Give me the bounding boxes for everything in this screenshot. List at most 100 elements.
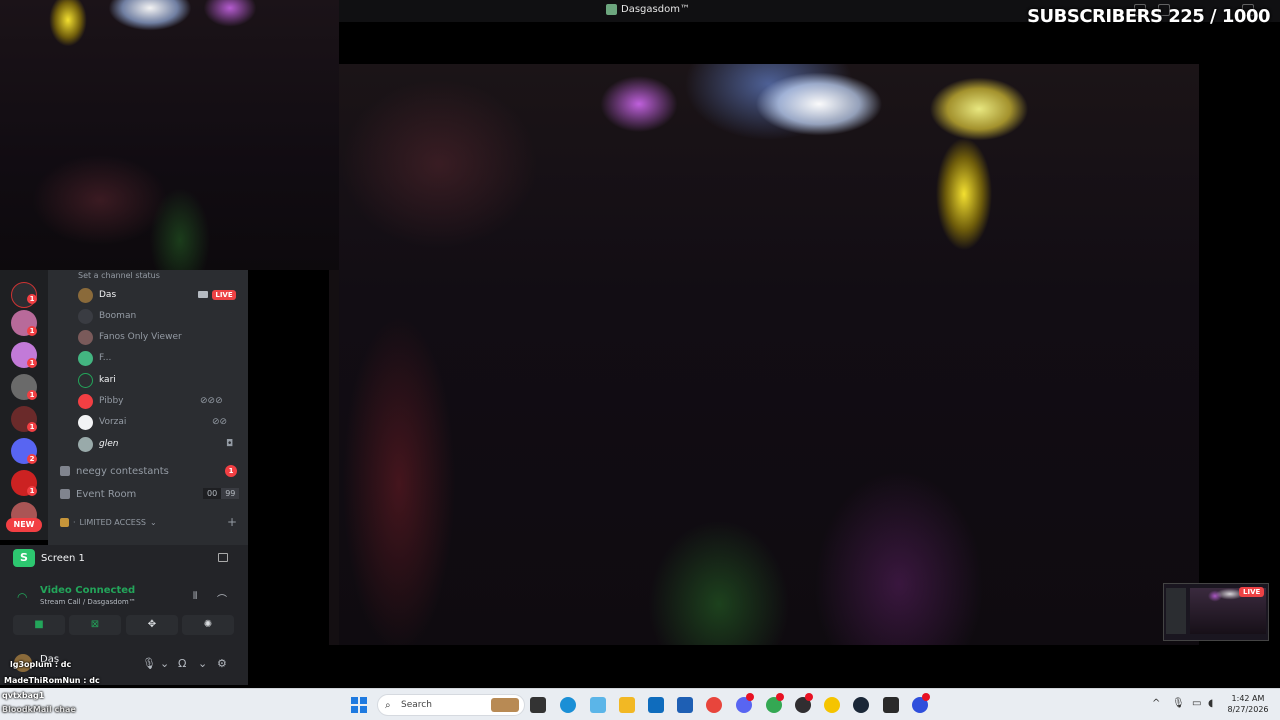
chat-message: MadeThiRomNun : dc [4,676,100,685]
voice-member[interactable]: Fanos Only Viewer [78,328,182,346]
stop-share-icon[interactable] [218,553,228,562]
deafened-icon: ⊘⊘ [212,417,228,427]
taskbar-search[interactable]: ⌕ Search [377,694,525,716]
channel-name: neegy contestants [76,465,169,477]
voice-member[interactable]: glen [78,435,118,453]
avatar [78,393,93,409]
clock-date: 8/27/2026 [1227,705,1269,714]
voice-member[interactable]: Pibby [78,392,123,410]
new-badge[interactable]: NEW [6,518,42,532]
avatar [78,372,93,388]
voice-member[interactable]: F... [78,349,111,367]
member-name: Booman [99,311,137,321]
taskbar [0,688,1280,720]
stream-border [329,270,339,645]
volume-icon[interactable]: ◖ [1208,698,1213,709]
soundboard-button[interactable]: ✺ [182,615,234,635]
outlook-icon[interactable] [648,697,664,713]
speaker-icon [60,466,70,476]
chat-message: BloodkMail chae [2,705,76,714]
voice-member[interactable]: Das [78,286,116,304]
member-name: Fanos Only Viewer [99,332,182,342]
voice-status-title[interactable]: Video Connected [40,585,135,596]
voice-member[interactable]: kari [78,371,116,389]
app-icon [606,4,617,15]
member-name: kari [99,375,116,385]
subscriber-counter: SUBSCRIBERS 225 / 1000 [1027,6,1270,27]
game-icon: ◘ [226,439,234,449]
channel-status[interactable]: Set a channel status [78,271,160,280]
edge-icon[interactable] [560,697,576,713]
voice-member[interactable]: Vorzai [78,413,126,431]
speaker-icon [60,489,70,499]
member-name: Vorzai [99,417,127,427]
category-name: LIMITED ACCESS [79,518,146,527]
limit-current: 00 [203,488,222,499]
voice-member[interactable]: Booman [78,307,136,325]
avatar [78,287,93,303]
screen-share-icon: S [13,549,35,567]
chevron-down-icon[interactable]: ⌄ [198,657,207,670]
chevron-up-icon[interactable]: ^ [1152,698,1160,709]
member-name: glen [99,439,119,449]
add-channel-icon[interactable]: + [227,515,237,529]
window-title-text: Dasgasdom™ [621,4,690,15]
noise-suppression-icon[interactable]: ⫴ [193,591,197,602]
network-icon[interactable]: ▭ [1192,698,1201,709]
live-badge: LIVE [1239,587,1265,597]
microphone-icon[interactable]: 🎙 [1172,698,1185,709]
epic-games-icon[interactable] [883,697,899,713]
chat-message: qvtxbag1 [2,691,45,700]
microphone-icon[interactable]: 🎙 [142,657,156,670]
search-icon: ⌕ [385,700,391,711]
webcam-overlay [0,0,339,270]
file-explorer-icon[interactable] [619,697,635,713]
lock-icon [60,518,69,527]
limit-max: 99 [221,488,240,499]
copilot-icon[interactable] [590,697,606,713]
window-title: Dasgasdom™ [606,4,690,15]
screen-share-label: Screen 1 [41,552,85,564]
screen-share-button[interactable]: ⊠ [69,615,121,635]
camera-button[interactable]: ■ [13,615,65,635]
disconnect-icon[interactable]: ⌒ [217,591,227,606]
clock-time: 1:42 AM [1231,694,1265,703]
steam-icon[interactable] [853,697,869,713]
file-app-icon[interactable] [530,697,546,713]
notification-badge: 1 [27,422,37,432]
norton-icon[interactable] [824,697,840,713]
preview-sidebar [1166,588,1186,634]
category-header[interactable]: · LIMITED ACCESS ⌄ [60,518,157,527]
search-highlight-art [491,698,519,712]
screen-share-row[interactable]: S Screen 1 [13,549,85,567]
notification-badge [922,693,930,701]
voice-channel[interactable]: neegy contestants [60,463,169,479]
chrome-icon[interactable] [706,697,722,713]
server-list [0,270,48,540]
start-button[interactable] [351,697,367,713]
notification-badge: 1 [27,358,37,368]
notification-badge [805,693,813,701]
activity-button[interactable]: ✥ [126,615,178,635]
channel-name: Event Room [76,488,137,500]
stream-video[interactable] [339,64,1199,645]
avatar [78,308,93,324]
avatar [78,329,93,345]
member-name: Pibby [99,396,124,406]
notification-badge: 1 [27,390,37,400]
chevron-down-icon[interactable]: ⌄ [160,657,169,670]
voice-channel[interactable]: Event Room [60,486,136,502]
taskbar-clock[interactable]: 1:42 AM 8/27/2026 [1224,693,1272,715]
chevron-down-icon: ⌄ [149,518,157,527]
voice-status-subtitle: Stream Call / Dasgasdom™ [40,598,136,606]
store-icon[interactable] [677,697,693,713]
settings-icon[interactable]: ⚙ [217,657,227,670]
member-name: F... [99,353,112,363]
chat-message: lg3oplum : dc [10,660,72,669]
notification-badge: 1 [27,294,37,304]
signal-icon: ◠ [17,590,28,604]
avatar [78,350,93,366]
headphones-icon[interactable]: Ω [178,657,186,670]
muted-mic-icon: ⊘⊘⊘ [200,396,223,406]
search-label: Search [401,700,432,710]
